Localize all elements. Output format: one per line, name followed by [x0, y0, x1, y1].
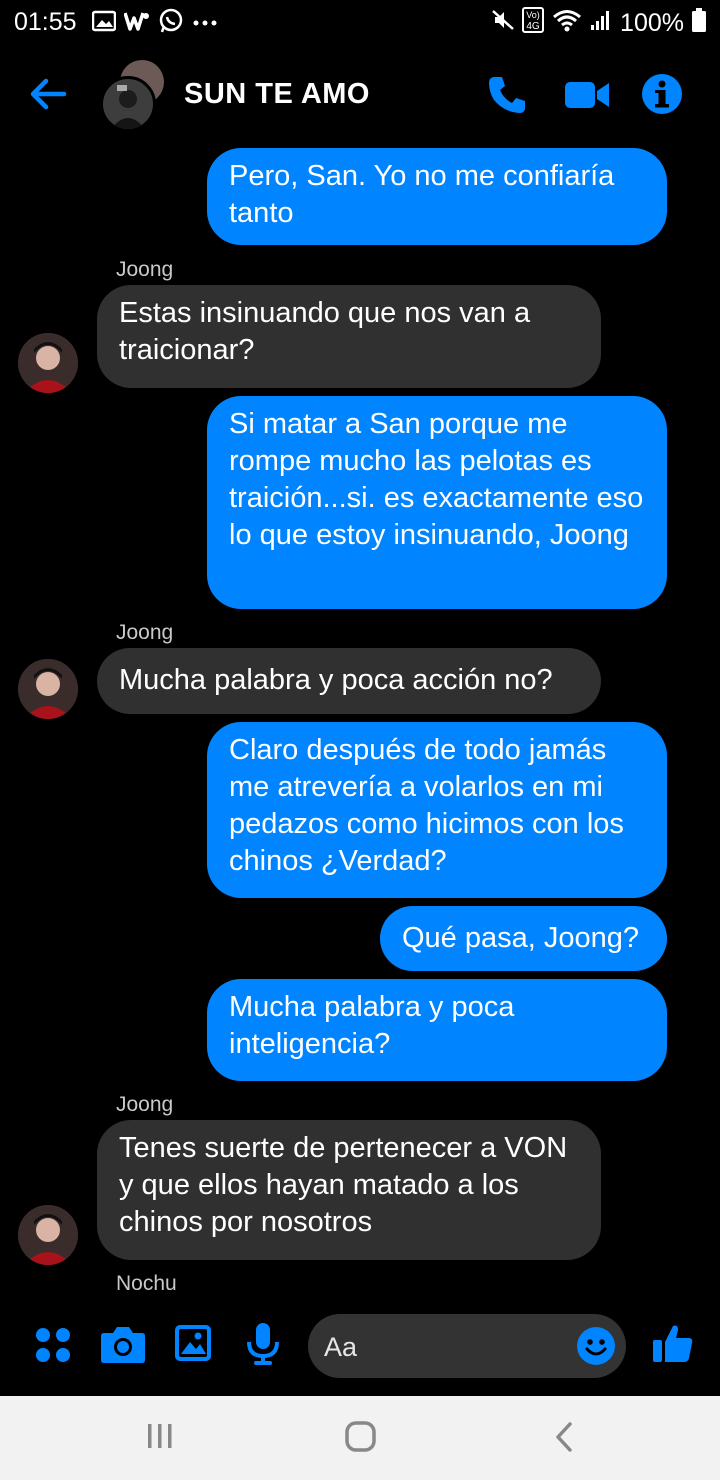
emoji-icon[interactable]	[576, 1326, 616, 1371]
message-bubble-incoming[interactable]: Mucha palabra y poca acción no?	[97, 648, 601, 714]
message-bubble-incoming[interactable]: Estas insinuando que nos van a traiciona…	[97, 285, 601, 388]
microphone-icon[interactable]	[246, 1322, 280, 1371]
svg-text:4G: 4G	[526, 21, 540, 32]
w-app-icon	[123, 10, 150, 37]
camera-icon[interactable]	[100, 1324, 146, 1369]
video-icon[interactable]	[564, 74, 610, 121]
message-bubble-outgoing[interactable]: Si matar a San porque me rompe mucho las…	[207, 396, 667, 609]
apps-grid-icon[interactable]	[34, 1326, 72, 1369]
whatsapp-icon	[158, 8, 184, 39]
avatar[interactable]	[18, 659, 78, 719]
message-bubble-outgoing[interactable]: Qué pasa, Joong?	[380, 906, 667, 971]
sender-name: Joong	[116, 621, 174, 644]
battery-percent: 100%	[620, 9, 684, 37]
mute-icon	[492, 9, 514, 38]
message-input-container	[308, 1314, 626, 1378]
svg-text:Vo): Vo)	[526, 10, 540, 20]
thumbs-up-icon[interactable]	[652, 1322, 694, 1369]
gallery-icon	[91, 10, 117, 37]
sender-name: Joong	[116, 258, 174, 281]
recent-apps-icon[interactable]	[144, 1420, 176, 1457]
avatar[interactable]	[18, 333, 78, 393]
message-bubble-outgoing[interactable]: Claro después de todo jamás me atrevería…	[207, 722, 667, 898]
message-bubble-outgoing[interactable]: Mucha palabra y poca inteligencia?	[207, 979, 667, 1081]
message-input[interactable]	[322, 1328, 566, 1366]
signal-icon	[590, 9, 612, 38]
status-time: 01:55	[14, 8, 77, 36]
back-icon[interactable]	[550, 1420, 580, 1459]
system-nav-bar	[0, 1396, 720, 1480]
image-icon[interactable]	[174, 1324, 212, 1367]
more-dots-icon	[192, 15, 218, 33]
message-bubble-outgoing[interactable]: Pero, San. Yo no me confiaría tanto	[207, 148, 667, 245]
conversation-header: SUN TE AMO	[0, 46, 720, 142]
wifi-icon	[552, 8, 582, 39]
back-arrow-icon[interactable]	[24, 70, 72, 118]
avatar	[100, 76, 156, 132]
typing-sender-name: Nochu	[116, 1272, 177, 1295]
group-avatar[interactable]	[98, 58, 170, 132]
avatar[interactable]	[18, 1205, 78, 1265]
info-icon[interactable]	[640, 72, 684, 121]
phone-icon[interactable]	[486, 74, 528, 121]
home-icon[interactable]	[344, 1420, 378, 1459]
message-composer	[0, 1306, 720, 1396]
message-bubble-incoming[interactable]: Tenes suerte de pertenecer a VON y que e…	[97, 1120, 601, 1260]
status-bar: 01:55 Vo) 4G 100%	[0, 0, 720, 46]
sender-name: Joong	[116, 1093, 174, 1116]
contact-name[interactable]: SUN TE AMO	[184, 78, 370, 111]
battery-icon	[692, 8, 706, 39]
volte-4g-icon: Vo) 4G	[522, 7, 545, 40]
